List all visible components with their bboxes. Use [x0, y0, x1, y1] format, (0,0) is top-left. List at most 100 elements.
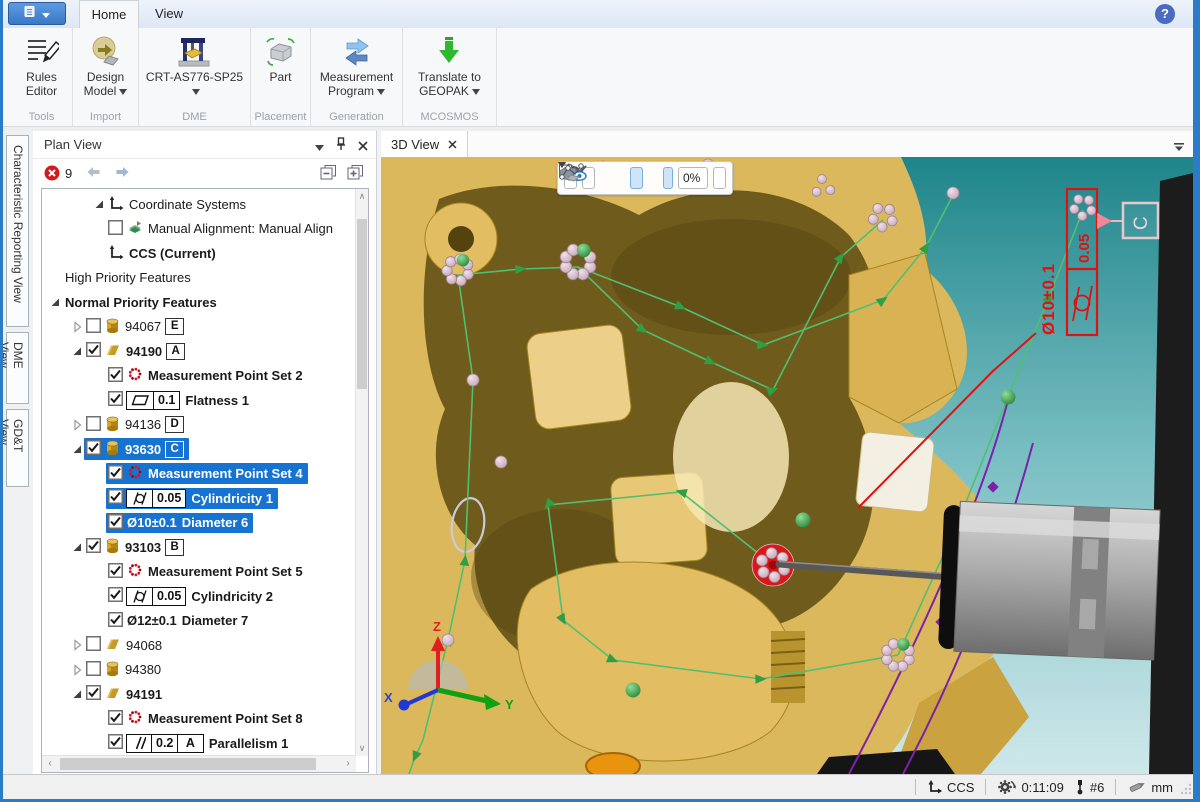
collapse-icon[interactable]: [70, 443, 84, 455]
tree-item-94191[interactable]: 94191: [42, 682, 356, 707]
tree-item-high-priority-features[interactable]: High Priority Features: [42, 266, 356, 291]
expand-icon[interactable]: [70, 664, 84, 676]
checkbox-checked[interactable]: [86, 685, 101, 703]
tree-item-cylindricity-2[interactable]: 0.05Cylindricity 2: [42, 584, 356, 609]
checkbox-checked[interactable]: [108, 465, 123, 483]
expand-all-icon[interactable]: [347, 164, 364, 185]
collapse-icon[interactable]: [70, 688, 84, 700]
app-menu-button[interactable]: [8, 2, 66, 25]
status-probe[interactable]: #6: [1075, 779, 1104, 795]
checkbox-unchecked[interactable]: [86, 661, 101, 679]
checkbox-unchecked[interactable]: [108, 220, 123, 238]
measurement-button[interactable]: MeasurementProgram: [320, 32, 393, 98]
tree-item-parallelism-1[interactable]: 0.2AParallelism 1: [42, 731, 356, 756]
checkbox-unchecked[interactable]: [86, 416, 101, 434]
collapse-icon[interactable]: [70, 345, 84, 357]
tree-item-93103[interactable]: 93103B: [42, 535, 356, 560]
tree-item-94068[interactable]: 94068: [42, 633, 356, 658]
machine-red-hide-button[interactable]: [600, 167, 610, 189]
status-time[interactable]: 0:11:09: [997, 779, 1063, 795]
feature-control-frame: 0.05: [127, 489, 186, 508]
tree-item-coordinate-systems[interactable]: Coordinate Systems: [42, 192, 356, 217]
tree-item-94067[interactable]: 94067E: [42, 315, 356, 340]
nav-back-icon[interactable]: [86, 166, 101, 181]
tab-view[interactable]: View: [143, 0, 195, 28]
translate-to-button[interactable]: Translate toGEOPAK: [418, 32, 481, 98]
expand-icon[interactable]: [70, 321, 84, 333]
pin-icon[interactable]: [336, 137, 346, 156]
sidebar-tab-gd-t-view[interactable]: GD&T View: [6, 409, 29, 487]
checkbox-checked[interactable]: [108, 391, 123, 409]
checkbox-unchecked[interactable]: [86, 318, 101, 336]
status-ccs[interactable]: CCS: [927, 780, 974, 795]
probe-show-button[interactable]: [630, 167, 643, 189]
3d-viewport[interactable]: Ø10±0.1 0.05 C: [381, 157, 1193, 774]
checkbox-checked[interactable]: [108, 563, 123, 581]
panel-menu-caret-icon[interactable]: [315, 138, 324, 156]
checkbox-checked[interactable]: [108, 734, 123, 752]
checkbox-checked[interactable]: [86, 538, 101, 556]
resize-grip[interactable]: [1179, 782, 1192, 798]
tree-item-93630[interactable]: 93630C: [42, 437, 356, 462]
crt-as776-sp25-button[interactable]: CRT-AS776-SP25: [146, 32, 243, 98]
close-icon[interactable]: [358, 138, 368, 156]
collapse-icon[interactable]: [48, 296, 62, 308]
path-points-button[interactable]: [713, 167, 726, 189]
collapse-icon[interactable]: [92, 198, 106, 210]
help-button[interactable]: ?: [1155, 4, 1175, 24]
sidebar-tab-characteristic-reporting-view[interactable]: Characteristic Reporting View: [6, 135, 29, 327]
checkbox-checked[interactable]: [108, 612, 123, 630]
scroll-down-icon[interactable]: ∨: [356, 741, 368, 756]
scrollbar-thumb[interactable]: [60, 758, 316, 770]
horizontal-scrollbar[interactable]: ‹ ›: [42, 755, 356, 772]
tree-item-94380[interactable]: 94380: [42, 658, 356, 683]
collapse-icon[interactable]: [70, 541, 84, 553]
tree-item-normal-priority-features[interactable]: Normal Priority Features: [42, 290, 356, 315]
checkbox-checked[interactable]: [108, 489, 123, 507]
rules-button[interactable]: RulesEditor: [25, 32, 59, 98]
error-indicator[interactable]: 9: [44, 165, 72, 181]
tree-item-cylindricity-1[interactable]: 0.05Cylindricity 1: [42, 486, 356, 511]
selected-item-content: Ø10±0.1Diameter 6: [106, 513, 253, 533]
part-button[interactable]: Part: [263, 32, 299, 84]
tree-item-diameter-7[interactable]: Ø12±0.1Diameter 7: [42, 609, 356, 634]
checkbox-checked[interactable]: [108, 367, 123, 385]
tree-item-flatness-1[interactable]: 0.1Flatness 1: [42, 388, 356, 413]
tree-item-diameter-6[interactable]: Ø10±0.1Diameter 6: [42, 511, 356, 536]
status-units[interactable]: mm: [1127, 780, 1173, 795]
sidebar-tab-dme-view[interactable]: DME View: [6, 332, 29, 404]
scroll-up-icon[interactable]: ∧: [356, 189, 368, 204]
close-icon[interactable]: [448, 137, 457, 152]
vertical-scrollbar[interactable]: ∧ ∨: [355, 189, 368, 756]
checkbox-checked[interactable]: [108, 710, 123, 728]
tree-item-measurement-point-set-2[interactable]: Measurement Point Set 2: [42, 364, 356, 389]
tab-home[interactable]: Home: [79, 0, 139, 29]
label-hide-button[interactable]: A: [648, 167, 658, 189]
checkbox-checked[interactable]: [86, 342, 101, 360]
transparency-button[interactable]: 0%: [678, 167, 708, 189]
expand-icon[interactable]: [70, 639, 84, 651]
tree-item-measurement-point-set-4[interactable]: Measurement Point Set 4: [42, 462, 356, 487]
checkbox-checked[interactable]: [86, 440, 101, 458]
datum-badge: E: [165, 318, 184, 335]
nav-forward-icon[interactable]: [115, 166, 130, 181]
table-green-hide-button[interactable]: [615, 167, 625, 189]
scrollbar-thumb[interactable]: [357, 219, 367, 389]
tree-item-measurement-point-set-5[interactable]: Measurement Point Set 5: [42, 560, 356, 585]
checkbox-checked[interactable]: [108, 514, 123, 532]
part-show-button[interactable]: [663, 167, 673, 189]
scroll-left-icon[interactable]: ‹: [42, 756, 58, 772]
tree-item-ccs-current-[interactable]: CCS (Current): [42, 241, 356, 266]
tree-item-manual-alignment-manual-align[interactable]: Manual Alignment: Manual Align: [42, 217, 356, 242]
collapse-all-icon[interactable]: [320, 164, 337, 185]
tree-item-measurement-point-set-8[interactable]: Measurement Point Set 8: [42, 707, 356, 732]
tab-3d-view[interactable]: 3D View: [381, 131, 468, 157]
window-position-icon[interactable]: [1173, 139, 1185, 157]
checkbox-unchecked[interactable]: [86, 636, 101, 654]
design-button[interactable]: DesignModel: [84, 32, 128, 98]
checkbox-checked[interactable]: [108, 587, 123, 605]
expand-icon[interactable]: [70, 419, 84, 431]
tree-item-94190[interactable]: 94190A: [42, 339, 356, 364]
tree-item-94136[interactable]: 94136D: [42, 413, 356, 438]
scroll-right-icon[interactable]: ›: [340, 756, 356, 772]
